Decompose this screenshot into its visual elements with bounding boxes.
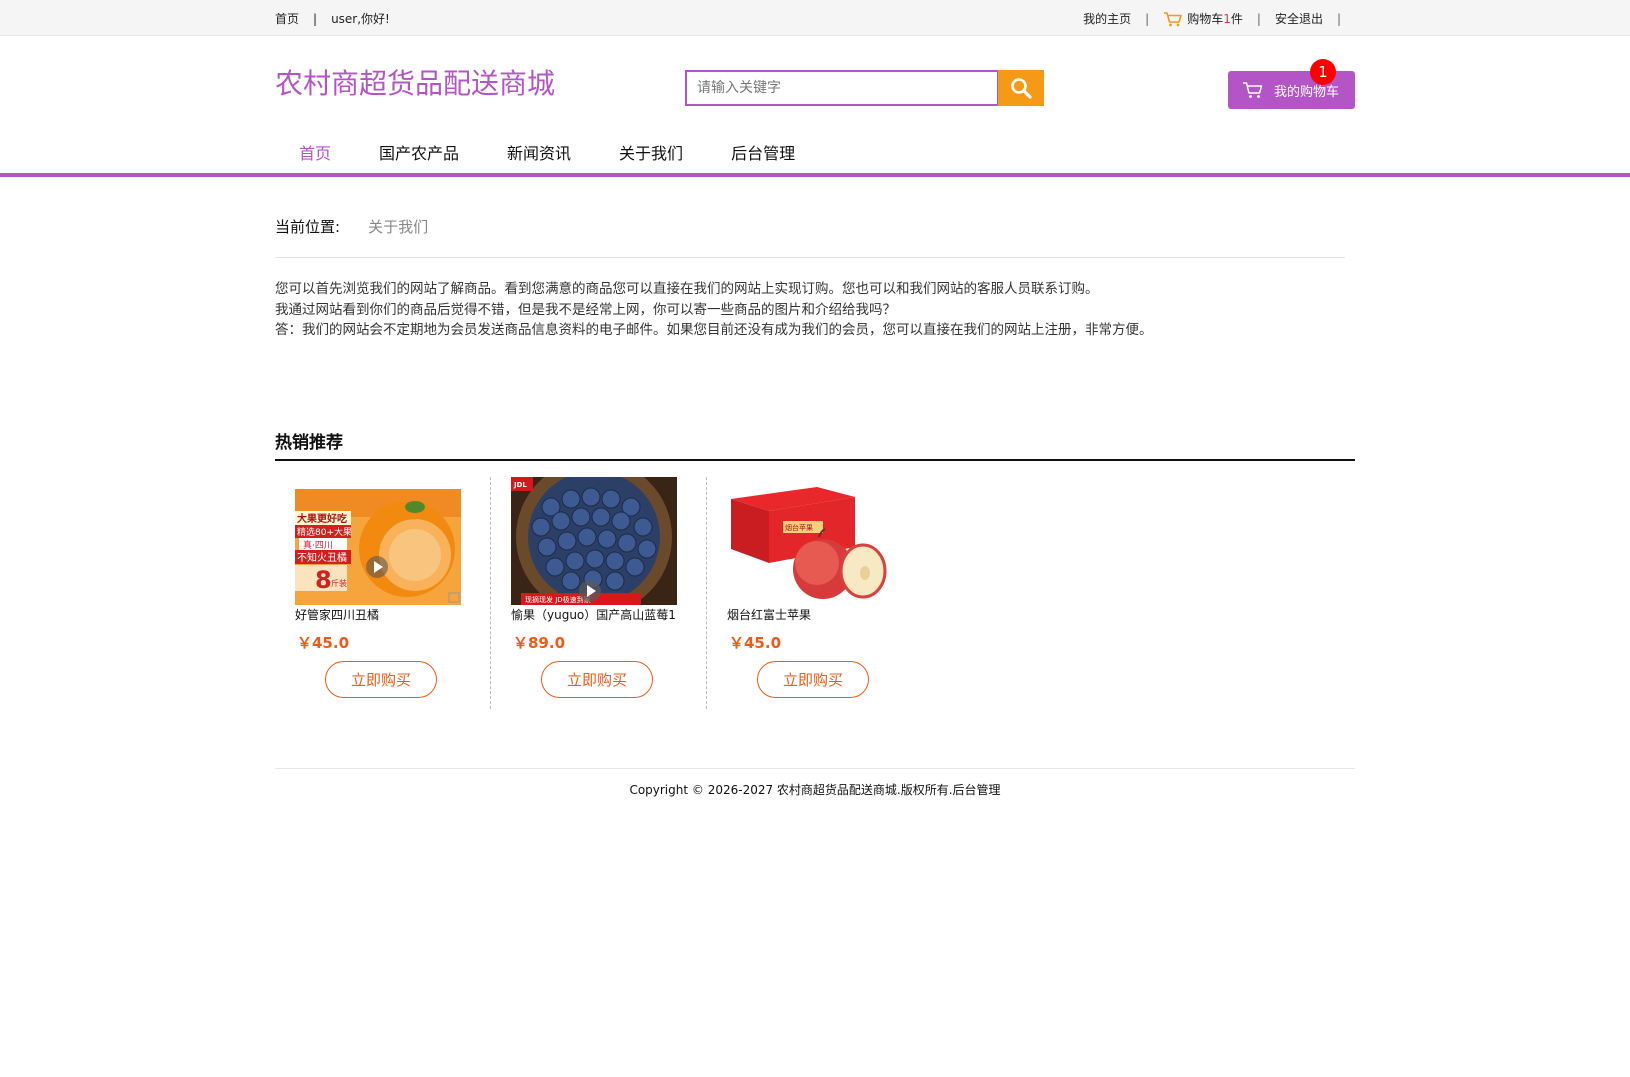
nav-divider <box>0 173 1630 177</box>
apple-box-label: 烟台苹果 <box>785 523 813 532</box>
breadcrumb-label: 当前位置: <box>275 218 341 236</box>
footer-copyright: Copyright © 2026-2027 农村商超货品配送商城.版权所有.后台… <box>629 783 1001 797</box>
top-home-link[interactable]: 首页 <box>275 10 299 27</box>
search-button[interactable] <box>998 70 1044 106</box>
product-list: 大果更好吃 精选80+大果 真·四川 不知火丑橘 8 斤装 好管家四川丑橘 ￥4… <box>275 477 923 709</box>
user-greeting: user,你好! <box>331 12 390 26</box>
product-image[interactable]: JDL 现摘现发 JD极速到家 <box>511 477 677 605</box>
top-bar-right: 我的主页 | 购物车 1 件 | 安全退出 | <box>1083 10 1355 27</box>
top-cart-link[interactable]: 购物车 1 件 <box>1163 10 1243 27</box>
orange-tag-2: 精选80+大果 <box>297 526 352 538</box>
product-price: ￥45.0 <box>297 634 350 652</box>
product-price: ￥45.0 <box>729 634 782 652</box>
cart-icon <box>1164 11 1183 26</box>
product-card: 烟台苹果 烟台红富士苹果 ￥45.0 立即购买 <box>707 477 923 709</box>
separator: | <box>313 11 318 26</box>
my-home-link[interactable]: 我的主页 <box>1083 10 1131 27</box>
nav-item-2[interactable]: 新闻资讯 <box>483 136 595 172</box>
top-cart-count: 1 <box>1223 11 1231 26</box>
breadcrumb-current[interactable]: 关于我们 <box>368 216 428 237</box>
orange-tag-1: 大果更好吃 <box>297 512 347 525</box>
buy-now-button[interactable]: 立即购买 <box>541 661 653 698</box>
orange-tag-5: 8 <box>315 566 332 594</box>
search-box <box>685 70 999 106</box>
jdl-label: JDL <box>513 481 527 489</box>
search-icon <box>1011 78 1032 99</box>
search-input[interactable] <box>687 72 997 104</box>
product-name[interactable]: 好管家四川丑橘 <box>295 606 465 623</box>
breadcrumb-divider <box>275 257 1345 258</box>
orange-image: 大果更好吃 精选80+大果 真·四川 不知火丑橘 8 斤装 <box>295 489 461 605</box>
footer-divider <box>275 768 1355 769</box>
orange-tag-4: 不知火丑橘 <box>297 551 347 564</box>
nav-item-4[interactable]: 后台管理 <box>707 136 819 172</box>
top-cart-prefix: 购物车 <box>1187 12 1224 26</box>
product-card: JDL 现摘现发 JD极速到家 愉果（yuguo）国产高山蓝莓1 ￥89.0 立… <box>491 477 707 709</box>
content-line: 我通过网站看到你们的商品后觉得不错，但是我不是经常上网，你可以寄一些商品的图片和… <box>275 301 896 318</box>
breadcrumb: 当前位置: 关于我们 <box>275 216 428 237</box>
top-bar: 首页 | user,你好! 我的主页 | 购物车 1 件 | 安全退出 | <box>0 0 1630 36</box>
orange-tag-3: 真·四川 <box>303 539 333 551</box>
hot-section-divider <box>275 459 1355 461</box>
product-name[interactable]: 愉果（yuguo）国产高山蓝莓1 <box>511 606 681 623</box>
nav-item-3[interactable]: 关于我们 <box>595 136 707 172</box>
apple-image: 烟台苹果 <box>727 477 893 605</box>
header: 农村商超货品配送商城 我的购物车 1 <box>275 36 1355 122</box>
main-nav: 首页 国产农产品 新闻资讯 关于我们 后台管理 <box>275 136 819 172</box>
cart-count-badge: 1 <box>1310 59 1336 85</box>
product-image[interactable]: 烟台苹果 <box>727 477 893 605</box>
product-card: 大果更好吃 精选80+大果 真·四川 不知火丑橘 8 斤装 好管家四川丑橘 ￥4… <box>275 477 491 709</box>
top-bar-left: 首页 | user,你好! <box>275 10 390 27</box>
blueberry-image: JDL 现摘现发 JD极速到家 <box>511 477 677 605</box>
content-line: 您可以首先浏览我们的网站了解商品。看到您满意的商品您可以直接在我们的网站上实现订… <box>275 281 1099 297</box>
logout-link[interactable]: 安全退出 <box>1275 10 1323 27</box>
product-name[interactable]: 烟台红富士苹果 <box>727 606 897 623</box>
nav-item-1[interactable]: 国产农产品 <box>355 136 483 172</box>
my-cart-button[interactable]: 我的购物车 1 <box>1228 59 1355 109</box>
product-image[interactable]: 大果更好吃 精选80+大果 真·四川 不知火丑橘 8 斤装 <box>295 477 461 605</box>
separator: | <box>1336 11 1341 26</box>
buy-now-button[interactable]: 立即购买 <box>757 661 869 698</box>
product-price: ￥89.0 <box>513 634 566 652</box>
buy-now-button[interactable]: 立即购买 <box>325 661 437 698</box>
orange-tag-6: 斤装 <box>331 578 347 588</box>
top-cart-suffix: 件 <box>1230 12 1243 26</box>
cart-icon <box>1243 82 1263 98</box>
separator: | <box>1145 11 1150 26</box>
content-line: 答：我们的网站会不定期地为会员发送商品信息资料的电子邮件。如果您目前还没有成为我… <box>275 322 1153 338</box>
site-logo[interactable]: 农村商超货品配送商城 <box>275 62 555 102</box>
about-content: 您可以首先浏览我们的网站了解商品。看到您满意的商品您可以直接在我们的网站上实现订… <box>275 279 1355 341</box>
nav-item-0[interactable]: 首页 <box>275 136 355 172</box>
separator: | <box>1256 11 1261 26</box>
hot-section-title: 热销推荐 <box>275 433 343 453</box>
